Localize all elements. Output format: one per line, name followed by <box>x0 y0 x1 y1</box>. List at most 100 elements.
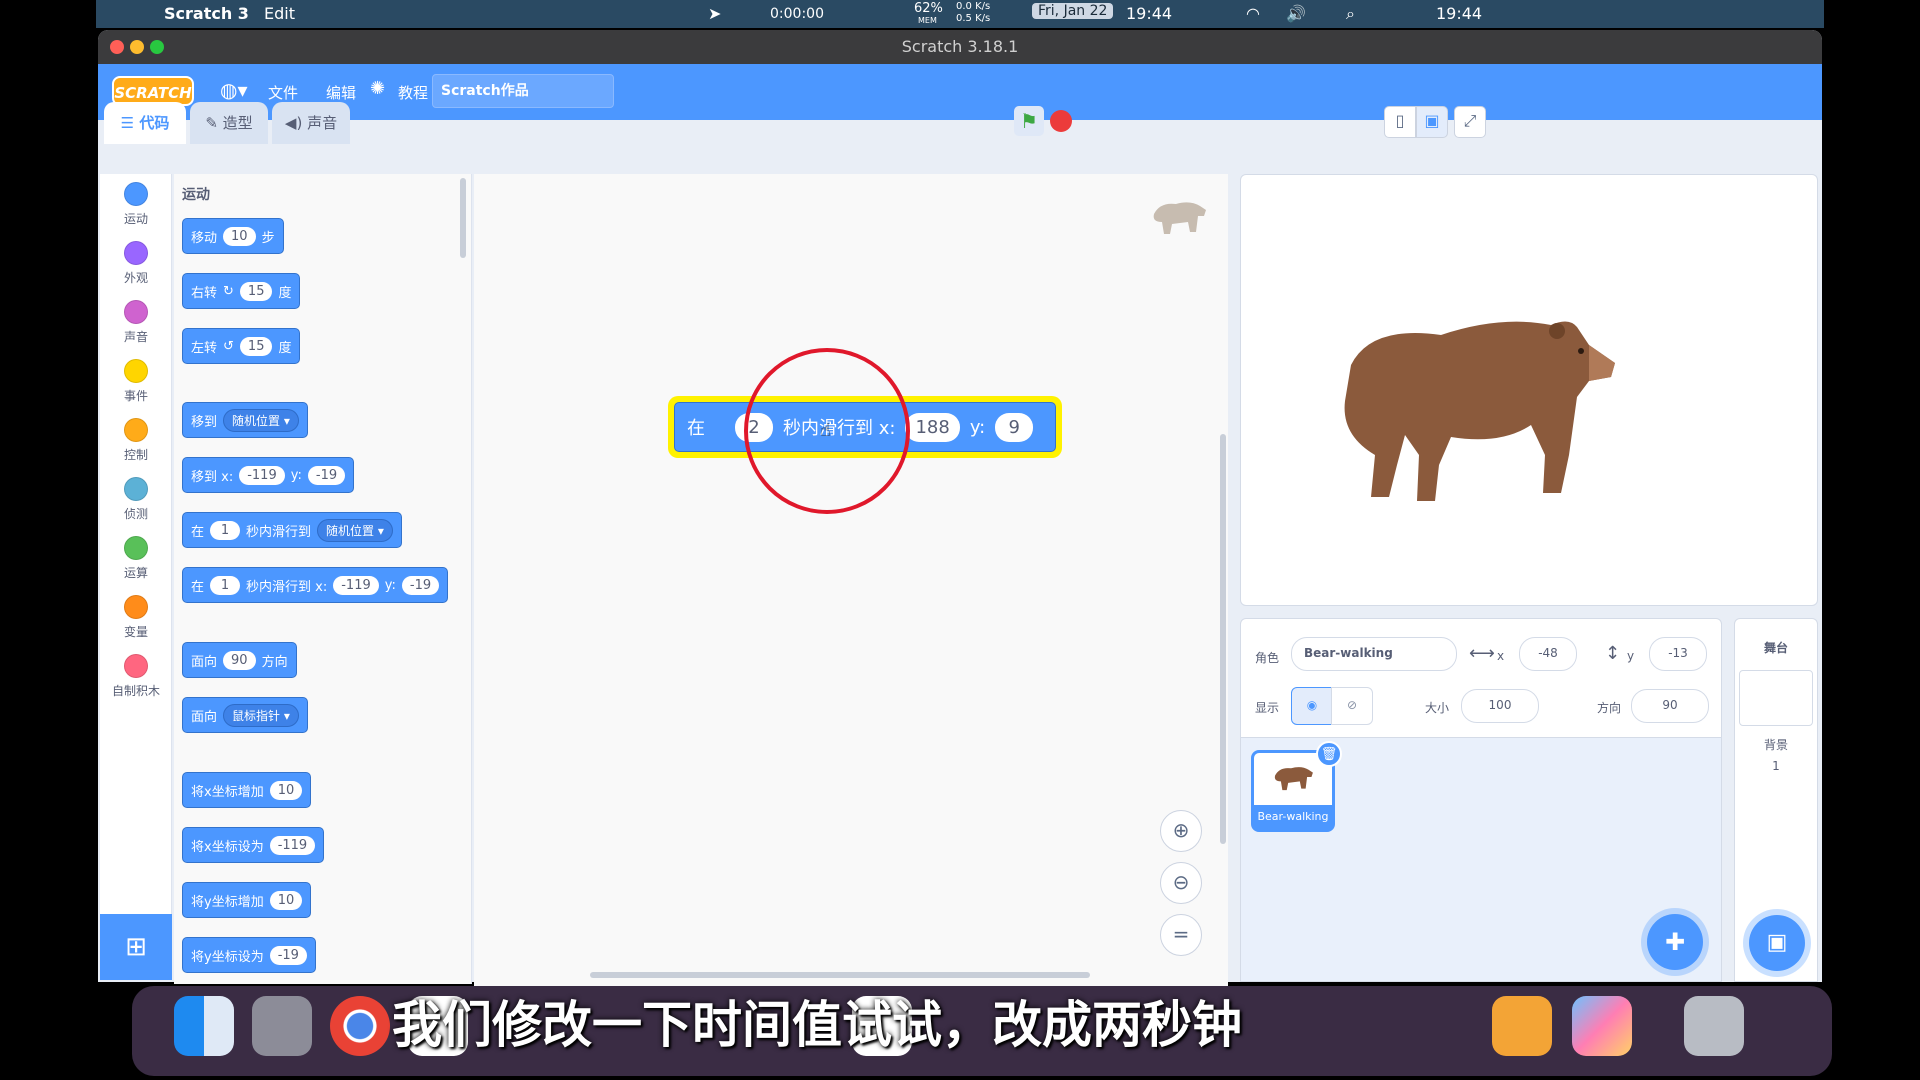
stop-button[interactable] <box>1050 110 1072 132</box>
menubar-time-1[interactable]: 19:44 <box>1126 4 1172 23</box>
tab-sounds[interactable]: ◀) 声音 <box>272 102 350 144</box>
script-y-input[interactable]: 9 <box>995 412 1034 442</box>
app-icon-tinyapp[interactable] <box>1492 996 1552 1056</box>
turn-left-degrees-input[interactable]: 15 <box>239 336 273 356</box>
menubar-edit[interactable]: Edit <box>264 4 295 23</box>
trash-dock-icon[interactable] <box>1684 996 1744 1056</box>
glide-secs-input[interactable]: 1 <box>210 575 241 595</box>
change-x-input[interactable]: 10 <box>269 780 303 800</box>
sprite-x-input[interactable]: -48 <box>1519 637 1577 671</box>
block-goto-xy[interactable]: 移到 x: -119 y: -19 <box>182 457 355 493</box>
glide-target-dropdown[interactable]: 随机位置 ▾ <box>317 518 393 542</box>
tab-costumes[interactable]: ✎ 造型 <box>190 102 268 144</box>
app-icon-colorful[interactable] <box>1572 996 1632 1056</box>
block-turn-left[interactable]: 左转 ↺ 15 度 <box>182 328 301 364</box>
sprite-name-input[interactable]: Bear-walking <box>1291 637 1457 671</box>
block-point-towards[interactable]: 面向 鼠标指针 ▾ <box>182 697 308 733</box>
script-x-input[interactable]: 188 <box>905 412 960 442</box>
set-x-input[interactable]: -119 <box>269 835 316 855</box>
category-5[interactable]: 侦测 <box>100 477 172 522</box>
tutorial-lightbulb-icon[interactable]: ✺ <box>370 78 385 99</box>
green-flag-button[interactable]: ⚑ <box>1014 106 1044 136</box>
script-area[interactable]: 在 2 秒内滑行到 x: 188 y: 9 ☝ ⊕ ⊖ = <box>474 174 1228 994</box>
script-vertical-scrollbar[interactable] <box>1220 434 1226 844</box>
block-set-x[interactable]: 将x坐标设为 -119 <box>182 827 325 863</box>
category-7[interactable]: 变量 <box>100 595 172 640</box>
sprite-direction-input[interactable]: 90 <box>1631 689 1709 723</box>
delete-sprite-button[interactable]: 🗑 <box>1316 741 1342 767</box>
sprite-size-input[interactable]: 100 <box>1461 689 1539 723</box>
zoom-reset-button[interactable]: = <box>1160 914 1202 956</box>
tab-code[interactable]: ☰ 代码 <box>104 102 186 144</box>
goto-y-input[interactable]: -19 <box>307 465 346 485</box>
block-glide-random[interactable]: 在 1 秒内滑行到 随机位置 ▾ <box>182 512 402 548</box>
category-2[interactable]: 声音 <box>100 300 172 345</box>
tutorial-menu[interactable]: 教程 <box>398 82 428 103</box>
zoom-out-button[interactable]: ⊖ <box>1160 862 1202 904</box>
category-6[interactable]: 运算 <box>100 536 172 581</box>
glide-random-secs-input[interactable]: 1 <box>210 520 241 540</box>
category-dot-icon <box>124 595 148 619</box>
hide-sprite-button[interactable]: ⊘ <box>1331 687 1373 725</box>
code-tab-icon: ☰ <box>120 114 140 132</box>
volume-icon[interactable]: 🔊 <box>1286 4 1306 23</box>
zoom-out-icon: ⊖ <box>1172 870 1190 894</box>
category-dot-icon <box>124 654 148 678</box>
set-y-input[interactable]: -19 <box>269 945 307 965</box>
goto-x-input[interactable]: -119 <box>239 465 285 485</box>
category-4[interactable]: 控制 <box>100 418 172 463</box>
palette-scrollbar[interactable] <box>460 178 466 258</box>
stage-selector-panel[interactable]: 舞台 背景 1 ▣ <box>1734 618 1818 982</box>
block-change-y[interactable]: 将y坐标增加 10 <box>182 882 312 918</box>
category-dot-icon <box>124 182 148 206</box>
sprite-tile[interactable]: Bear-walking 🗑 <box>1251 741 1342 832</box>
category-3[interactable]: 事件 <box>100 359 172 404</box>
glide-x-input[interactable]: -119 <box>333 575 379 595</box>
date-badge[interactable]: Fri, Jan 22 <box>1032 3 1114 19</box>
turn-right-degrees-input[interactable]: 15 <box>239 281 273 301</box>
steps-input[interactable]: 10 <box>223 226 256 246</box>
block-point-direction[interactable]: 面向 90 方向 <box>182 642 297 678</box>
search-icon[interactable]: ⌕ <box>1346 4 1355 24</box>
add-sprite-button[interactable]: ✚ <box>1647 914 1703 970</box>
direction-input[interactable]: 90 <box>223 650 256 670</box>
edit-menu[interactable]: 编辑 <box>326 82 356 103</box>
stage-thumbnail[interactable] <box>1739 670 1813 726</box>
change-y-input[interactable]: 10 <box>269 890 303 910</box>
show-sprite-button[interactable]: ◉ <box>1291 687 1333 725</box>
block-change-x[interactable]: 将x坐标增加 10 <box>182 772 312 808</box>
glide-y-input[interactable]: -19 <box>401 575 440 595</box>
fullscreen-button[interactable]: ⤢ <box>1454 106 1486 138</box>
point-towards-dropdown[interactable]: 鼠标指针 ▾ <box>223 703 299 727</box>
project-title-input[interactable]: Scratch作品 <box>432 74 614 108</box>
minimize-window-button[interactable] <box>130 40 144 54</box>
category-0[interactable]: 运动 <box>100 182 172 227</box>
menubar-app-name[interactable]: Scratch 3 <box>164 4 249 23</box>
small-stage-button[interactable]: ▯ <box>1384 106 1416 138</box>
file-menu[interactable]: 文件 <box>268 82 298 103</box>
chrome-icon[interactable] <box>330 996 390 1056</box>
add-extension-button[interactable]: ⊞ <box>100 914 172 980</box>
language-globe-icon[interactable]: ◍▾ <box>220 78 248 102</box>
bear-sprite[interactable] <box>1331 305 1621 509</box>
finder-icon[interactable] <box>174 996 234 1056</box>
zoom-in-button[interactable]: ⊕ <box>1160 810 1202 852</box>
add-backdrop-button[interactable]: ▣ <box>1749 915 1805 971</box>
script-horizontal-scrollbar[interactable] <box>590 972 1090 978</box>
menubar-time-2[interactable]: 19:44 <box>1436 4 1482 23</box>
maximize-window-button[interactable] <box>150 40 164 54</box>
close-window-button[interactable] <box>110 40 124 54</box>
sprite-y-input[interactable]: -13 <box>1649 637 1707 671</box>
stage[interactable] <box>1240 174 1818 606</box>
block-goto-random[interactable]: 移到 随机位置 ▾ <box>182 402 308 438</box>
block-glide-xy[interactable]: 在 1 秒内滑行到 x: -119 y: -19 <box>182 567 449 603</box>
wifi-icon[interactable]: ◠ <box>1246 4 1260 23</box>
launchpad-icon[interactable] <box>252 996 312 1056</box>
large-stage-button[interactable]: ▣ <box>1416 106 1448 138</box>
category-1[interactable]: 外观 <box>100 241 172 286</box>
block-move-steps[interactable]: 移动 10 步 <box>182 218 284 254</box>
goto-target-dropdown[interactable]: 随机位置 ▾ <box>223 408 299 432</box>
category-8[interactable]: 自制积木 <box>100 654 172 699</box>
block-turn-right[interactable]: 右转 ↻ 15 度 <box>182 273 301 309</box>
block-set-y[interactable]: 将y坐标设为 -19 <box>182 937 316 973</box>
